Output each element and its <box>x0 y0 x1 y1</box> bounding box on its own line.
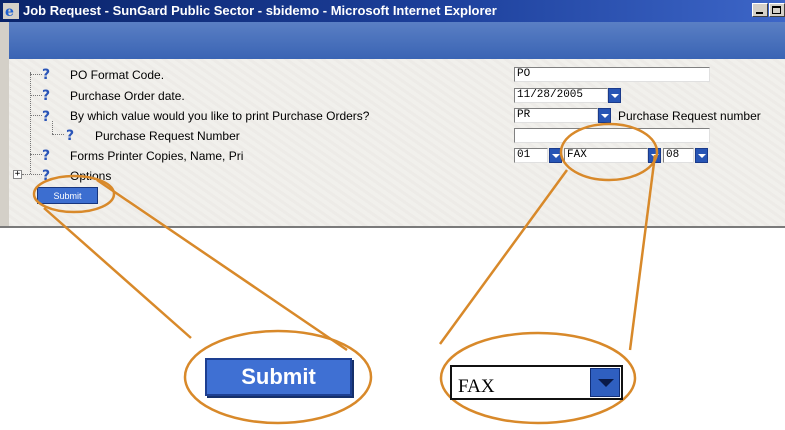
printer-name-select[interactable]: FAX <box>564 148 648 163</box>
po-format-code-label: PO Format Code. <box>70 68 165 82</box>
dropdown-arrow-icon[interactable] <box>598 108 611 123</box>
svg-text:?: ? <box>42 88 50 102</box>
svg-text:?: ? <box>42 109 50 123</box>
browser-window: e Job Request - SunGard Public Sector - … <box>0 0 785 228</box>
help-question-icon[interactable]: ? <box>41 87 54 102</box>
tree-line <box>22 174 42 175</box>
dropdown-arrow-icon[interactable] <box>549 148 562 163</box>
tree-line <box>30 72 31 174</box>
purchase-request-number-field[interactable] <box>514 128 710 143</box>
dropdown-arrow-icon <box>590 368 620 397</box>
help-question-icon[interactable]: ? <box>65 127 78 142</box>
ie-logo-icon: e <box>3 3 19 19</box>
help-question-icon[interactable]: ? <box>41 66 54 81</box>
window-title: Job Request - SunGard Public Sector - sb… <box>23 3 497 18</box>
forms-printer-label: Forms Printer Copies, Name, Pri <box>70 149 244 163</box>
print-by-value-description: Purchase Request number <box>618 109 761 123</box>
print-by-value-select[interactable]: PR <box>514 108 598 123</box>
title-bar: e Job Request - SunGard Public Sector - … <box>0 0 785 22</box>
zoomed-printer-select: FAX <box>450 365 623 400</box>
po-format-code-field[interactable]: PO <box>514 67 710 82</box>
printer-copies-select[interactable]: 01 <box>514 148 548 163</box>
dropdown-arrow-icon[interactable] <box>695 148 708 163</box>
zoomed-select-value: FAX <box>458 376 495 397</box>
svg-text:?: ? <box>42 168 50 182</box>
svg-text:?: ? <box>42 148 50 162</box>
help-question-icon[interactable]: ? <box>41 108 54 123</box>
purchase-order-date-label: Purchase Order date. <box>70 89 185 103</box>
printer-priority-select[interactable]: 08 <box>663 148 694 163</box>
help-question-icon[interactable]: ? <box>41 147 54 162</box>
expand-plus-icon[interactable]: + <box>13 170 22 179</box>
submit-button[interactable]: Submit <box>37 187 98 204</box>
maximize-icon[interactable] <box>769 3 785 17</box>
svg-text:?: ? <box>66 128 74 142</box>
options-label: Options <box>70 169 112 183</box>
purchase-order-date-field[interactable]: 11/28/2005 <box>514 88 608 103</box>
help-question-icon[interactable]: ? <box>41 167 54 182</box>
svg-text:e: e <box>5 4 14 19</box>
tree-line <box>52 134 64 135</box>
purchase-request-number-label: Purchase Request Number <box>95 129 240 143</box>
dropdown-arrow-icon[interactable] <box>608 88 621 103</box>
svg-text:?: ? <box>42 67 50 81</box>
header-band <box>9 22 785 59</box>
minimize-icon[interactable] <box>752 3 768 17</box>
zoomed-submit-button: Submit <box>205 358 352 396</box>
dropdown-arrow-icon[interactable] <box>648 148 661 163</box>
print-by-value-label: By which value would you like to print P… <box>70 109 370 123</box>
